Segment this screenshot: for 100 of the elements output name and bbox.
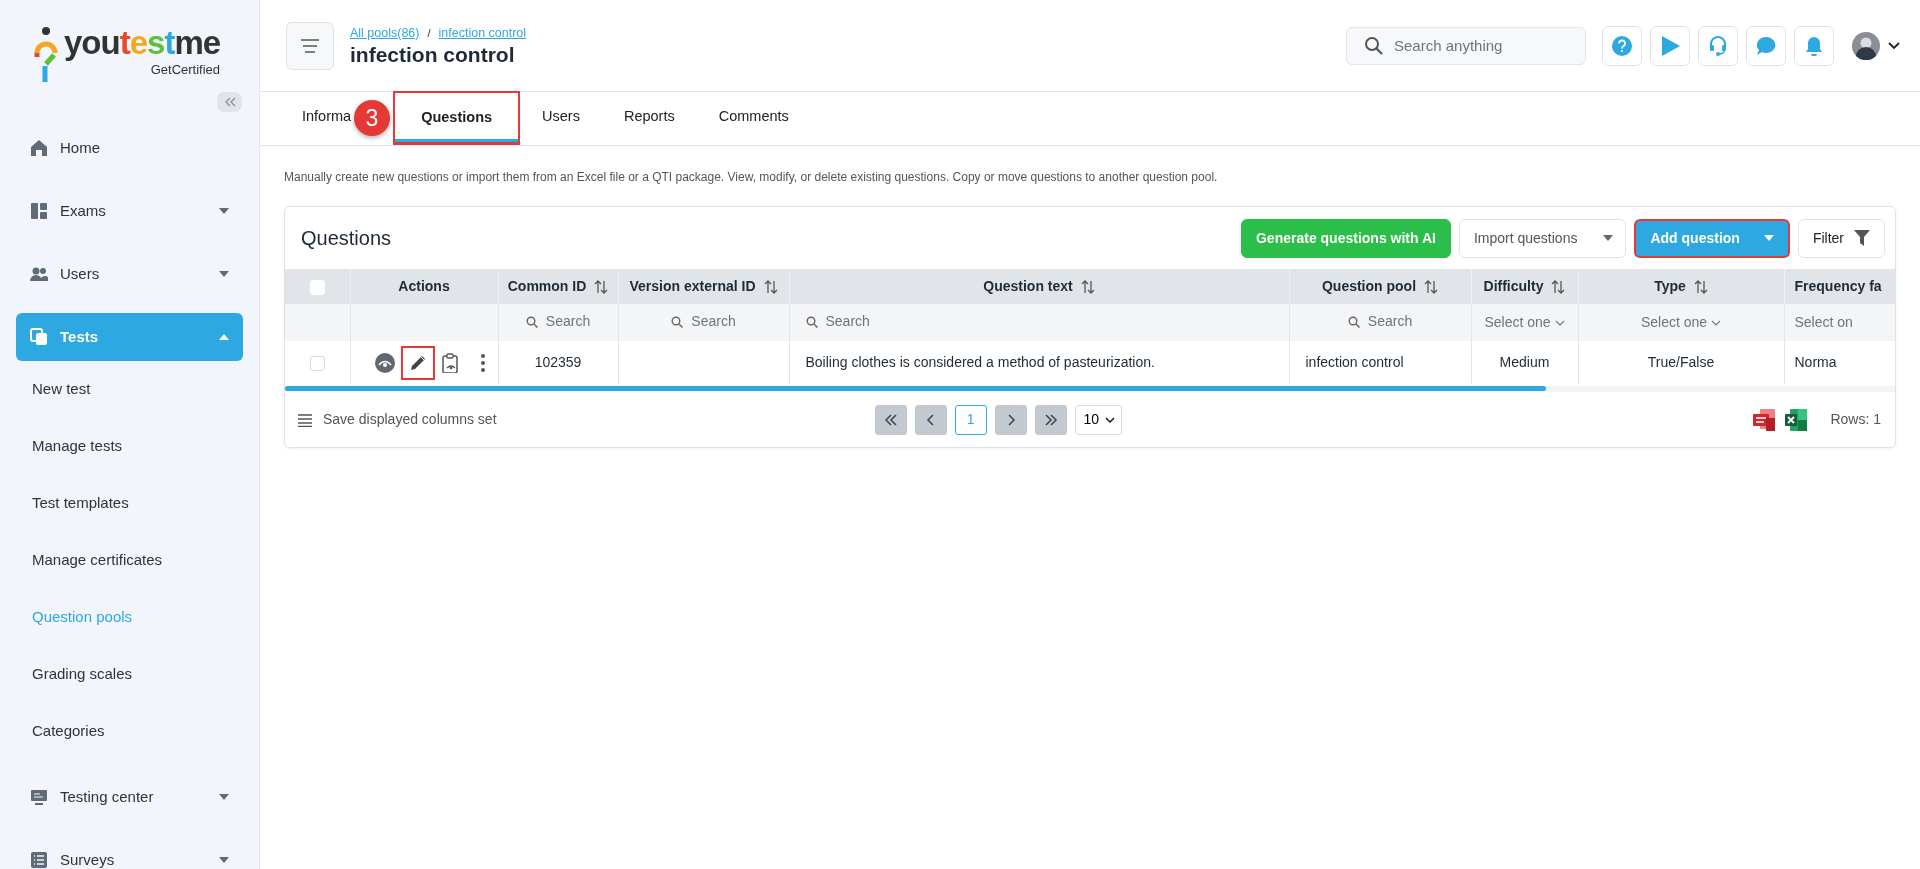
logo-tagline: GetCertified: [149, 61, 221, 79]
page-size-select[interactable]: 10: [1074, 404, 1123, 435]
chat-icon: [1755, 34, 1777, 57]
clipboard-eye-icon: [441, 352, 461, 373]
logo-icon: [34, 26, 58, 84]
column-header[interactable]: Version external ID: [629, 276, 778, 297]
page-title: infection control: [350, 42, 516, 68]
avatar-icon[interactable]: [1852, 31, 1880, 60]
copy-icon: [30, 328, 48, 346]
support-button[interactable]: [1698, 25, 1738, 66]
sidebar-subitem[interactable]: Manage certificates: [0, 532, 259, 589]
grid-icon: [30, 202, 48, 220]
save-columns-link[interactable]: Save displayed columns set: [297, 409, 497, 430]
sort-icon: [763, 279, 778, 294]
filter-search-field[interactable]: Search: [1347, 311, 1413, 333]
menu-icon: [300, 37, 320, 54]
search-icon: [525, 315, 538, 328]
column-header[interactable]: Question text: [983, 276, 1095, 297]
sort-icon: [1424, 279, 1439, 294]
filter-search-field[interactable]: Search: [805, 311, 870, 333]
sidebar-item[interactable]: Home: [16, 124, 243, 172]
filter-icon: [1854, 230, 1870, 246]
sidebar-subitem[interactable]: New test: [0, 361, 259, 418]
table-cell: Norma: [1794, 354, 1837, 370]
search-field[interactable]: Search anything: [1346, 26, 1586, 65]
notifications-button[interactable]: [1794, 25, 1834, 66]
chevron-icon: [1105, 416, 1116, 423]
kebab-icon: [480, 352, 486, 373]
table-cell: 102359: [534, 354, 582, 370]
table-cell: True/False: [1647, 354, 1715, 370]
pdf-export-icon[interactable]: [1752, 407, 1777, 432]
table-cell: Boiling clothes is considered a method of pasteurization.: [805, 354, 1155, 370]
column-header[interactable]: Common ID: [507, 276, 609, 297]
first-page-button[interactable]: [874, 404, 907, 435]
sidebar-item[interactable]: Surveys: [16, 836, 243, 869]
excel-export-icon[interactable]: [1784, 407, 1809, 432]
table-cell: Medium: [1499, 354, 1550, 370]
chat-button[interactable]: [1746, 25, 1786, 66]
chevron-icon: [883, 413, 898, 426]
filter-search-field[interactable]: Search: [525, 311, 591, 333]
sort-icon: [1693, 279, 1708, 294]
edit-button[interactable]: [401, 345, 435, 380]
select-all-checkbox[interactable]: [309, 279, 325, 295]
sidebar-subitem[interactable]: Test templates: [0, 475, 259, 532]
rows-count: Rows: 1: [1830, 410, 1881, 429]
caret-icon: [1603, 235, 1614, 241]
breadcrumb-separator: /: [427, 25, 431, 41]
last-page-button[interactable]: [1034, 404, 1067, 435]
sort-icon: [1080, 279, 1095, 294]
headset-icon: [1707, 34, 1729, 57]
page-description: Manually create new questions or import them from an Excel file or a QTI package. View, modify, or delete existing questions. Copy or move questions to another question pool.: [284, 169, 1219, 186]
chevron-icon: [1711, 319, 1722, 326]
filter-select[interactable]: Select on: [1794, 314, 1853, 330]
search-icon: [805, 315, 818, 328]
sort-icon: [1551, 279, 1566, 294]
sort-icon: [594, 279, 609, 294]
chevron-icon: [1554, 319, 1565, 326]
sidebar-subitem[interactable]: Grading scales: [0, 646, 259, 703]
next-page-button[interactable]: [994, 404, 1027, 435]
menu-button[interactable]: [286, 21, 334, 70]
sidebar-item[interactable]: Testing center: [16, 773, 243, 821]
search-icon: [671, 315, 684, 328]
column-header[interactable]: Difficulty: [1483, 276, 1566, 297]
monitor-icon: [30, 788, 48, 806]
previous-page-button[interactable]: [914, 404, 947, 435]
column-header: Actions: [398, 278, 450, 294]
sidebar-subitem[interactable]: Categories: [0, 703, 259, 760]
play-button[interactable]: [1650, 25, 1690, 66]
toolbar-button[interactable]: Import questions: [1458, 218, 1627, 258]
filter-search-field[interactable]: Search: [671, 311, 736, 333]
tab[interactable]: Comments: [696, 92, 811, 145]
home-icon: [30, 139, 48, 157]
scrollbar-thumb[interactable]: [285, 386, 1546, 391]
card-title: Questions: [301, 226, 392, 250]
lines-icon: [297, 412, 313, 427]
toolbar-button[interactable]: Filter: [1797, 218, 1885, 258]
filter-select[interactable]: Select one: [1640, 312, 1722, 333]
search-icon: [1364, 35, 1384, 56]
tab[interactable]: Users: [520, 92, 602, 145]
chevron-icon: [1043, 413, 1058, 426]
search-icon: [1347, 315, 1360, 328]
tab[interactable]: Questions: [393, 91, 521, 145]
caret-icon: [1763, 235, 1774, 241]
filter-select[interactable]: Select one: [1484, 312, 1565, 333]
tab[interactable]: Reports: [601, 92, 697, 145]
step-badge: 3: [354, 100, 390, 136]
eye-icon: [375, 352, 395, 373]
sidebar-subitem[interactable]: Manage tests: [0, 418, 259, 475]
collapse-button[interactable]: [217, 92, 242, 112]
sidebar-item[interactable]: Users: [16, 250, 243, 298]
column-header[interactable]: Type: [1654, 276, 1708, 297]
bell-icon: [1803, 34, 1825, 57]
row-checkbox[interactable]: [309, 355, 325, 371]
sidebar-item[interactable]: Exams: [16, 187, 243, 235]
table-cell: infection control: [1305, 354, 1404, 370]
column-header: Frequency fa: [1794, 277, 1882, 296]
help-button[interactable]: [1602, 25, 1642, 66]
logo-wordmark: youtestme: [64, 26, 221, 59]
column-header[interactable]: Question pool: [1321, 276, 1439, 297]
chevron-icon[interactable]: [1888, 41, 1900, 50]
